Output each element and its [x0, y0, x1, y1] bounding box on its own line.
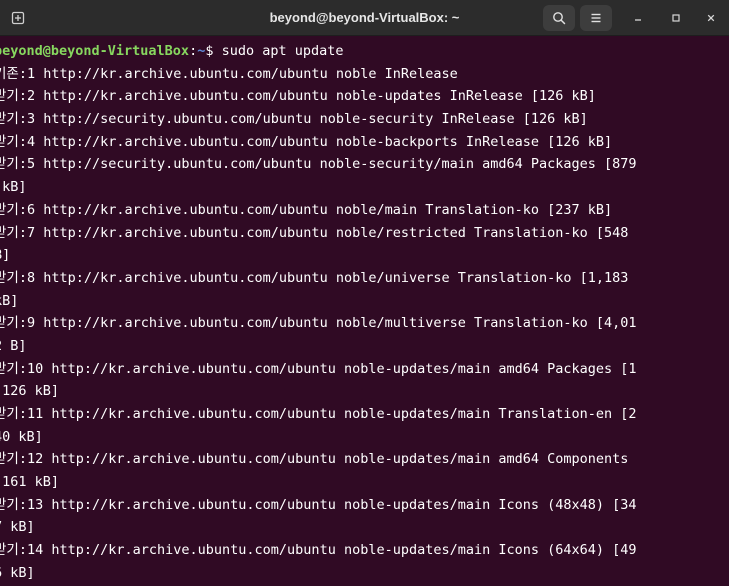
terminal-window: beyond@beyond-VirtualBox: ~ beyond@beyon… — [0, 0, 729, 586]
output-line: 기존:1 http://kr.archive.ubuntu.com/ubuntu… — [0, 65, 458, 82]
window-title: beyond@beyond-VirtualBox: ~ — [269, 10, 460, 25]
new-tab-icon — [11, 11, 25, 25]
minimize-icon — [635, 19, 641, 21]
output-line: 받기:3 http://security.ubuntu.com/ubuntu n… — [0, 111, 588, 128]
hamburger-menu-icon — [591, 13, 601, 23]
menu-button[interactable] — [580, 5, 612, 31]
output-line: 받기:14 http://kr.archive.ubuntu.com/ubunt… — [0, 542, 637, 559]
maximize-button[interactable] — [664, 5, 688, 31]
terminal-output[interactable]: beyond@beyond-VirtualBox:~$ sudo apt upd… — [0, 36, 729, 586]
output-line: 받기:6 http://kr.archive.ubuntu.com/ubuntu… — [0, 201, 613, 218]
output-line: 받기:12 http://kr.archive.ubuntu.com/ubunt… — [0, 451, 629, 468]
close-icon — [707, 14, 715, 22]
output-line: ,126 kB] — [0, 383, 60, 400]
output-line: 받기:5 http://security.ubuntu.com/ubuntu n… — [0, 156, 637, 173]
prompt-symbol: $ — [205, 43, 222, 59]
output-line: kB] — [2, 179, 27, 196]
search-button[interactable] — [543, 5, 575, 31]
output-line: 받기:8 http://kr.archive.ubuntu.com/ubuntu… — [0, 269, 629, 286]
search-icon — [553, 12, 566, 25]
output-line: 6 kB] — [0, 564, 35, 581]
output-line: [161 kB] — [0, 474, 60, 491]
output-line: 40 kB] — [0, 428, 43, 445]
output-line: kB] — [0, 292, 19, 309]
output-line: 받기:9 http://kr.archive.ubuntu.com/ubuntu… — [0, 315, 637, 332]
output-line: 받기:11 http://kr.archive.ubuntu.com/ubunt… — [0, 406, 637, 422]
new-tab-button[interactable] — [5, 5, 31, 31]
output-line: 7 kB] — [0, 519, 35, 536]
minimize-button[interactable] — [626, 5, 650, 31]
output-line: 받기:10 http://kr.archive.ubuntu.com/ubunt… — [0, 360, 637, 377]
output-line: 받기:4 http://kr.archive.ubuntu.com/ubuntu… — [0, 133, 613, 150]
output-line: B] — [0, 247, 11, 264]
prompt-command: sudo apt update — [221, 43, 344, 59]
output-line: 받기:7 http://kr.archive.ubuntu.com/ubuntu… — [0, 224, 629, 241]
prompt-colon: : — [189, 43, 198, 59]
maximize-icon — [672, 14, 680, 22]
output-line: 받기:13 http://kr.archive.ubuntu.com/ubunt… — [0, 496, 637, 513]
title-bar[interactable]: beyond@beyond-VirtualBox: ~ — [0, 0, 729, 36]
output-line: 받기:2 http://kr.archive.ubuntu.com/ubuntu… — [0, 88, 596, 105]
prompt-user-host: beyond@beyond-VirtualBox — [0, 43, 190, 59]
close-button[interactable] — [699, 5, 723, 31]
output-line: 2 B] — [0, 337, 27, 354]
prompt-line: beyond@beyond-VirtualBox:~$ sudo apt upd… — [0, 40, 729, 63]
